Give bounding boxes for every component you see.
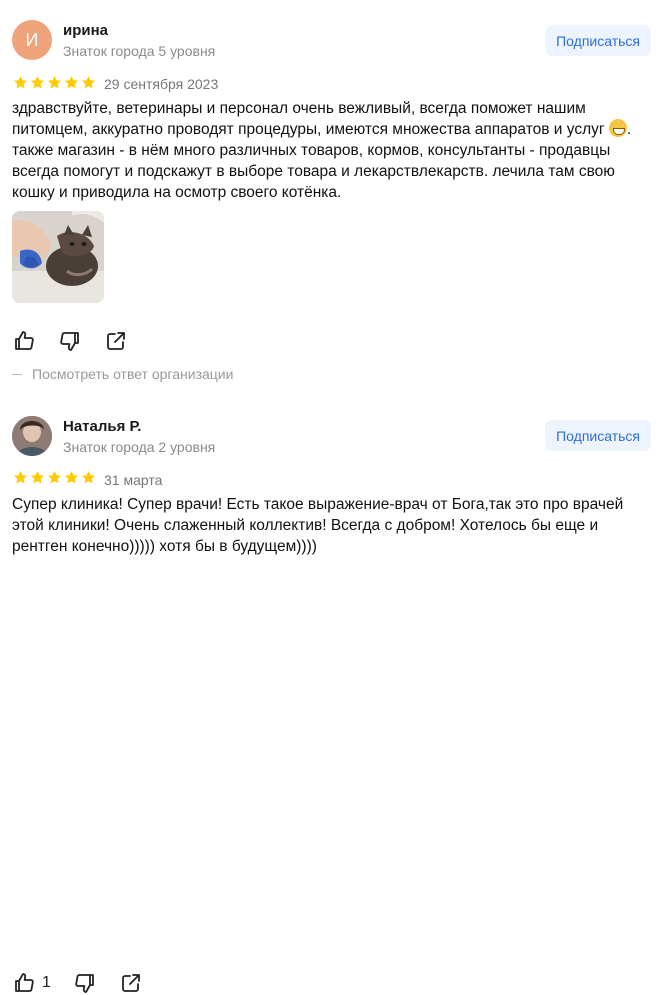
review-photo[interactable] (12, 211, 104, 303)
star-icon (47, 75, 62, 89)
thumbs-down-icon (60, 332, 79, 351)
review-date: 29 сентября 2023 (104, 76, 219, 92)
org-answer-link[interactable]: Посмотреть ответ организации (12, 366, 233, 382)
star-icon (81, 470, 96, 484)
thumbs-down-icon (75, 974, 94, 993)
review-text-part: здравствуйте, ветеринары и персонал очен… (12, 100, 609, 138)
reviewer-name[interactable]: ирина (63, 22, 108, 39)
review-text: здравствуйте, ветеринары и персонал очен… (12, 98, 652, 203)
dash-divider (12, 373, 22, 375)
cat-photo-image (12, 211, 104, 303)
star-icon (13, 470, 28, 484)
star-icon (64, 75, 79, 89)
rating-stars (13, 75, 96, 90)
star-icon (64, 470, 79, 484)
star-icon (81, 75, 96, 89)
reviewer-level: Знаток города 5 уровня (63, 43, 216, 59)
thumbs-up-icon (15, 973, 34, 992)
review-text: Супер клиника! Супер врачи! Есть такое в… (12, 496, 624, 555)
avatar-photo (12, 416, 52, 456)
avatar[interactable] (12, 416, 52, 456)
reviewer-name[interactable]: Наталья Р. (63, 418, 141, 435)
rating-stars (13, 470, 96, 485)
like-count: 1 (42, 974, 51, 991)
org-answer-label: Посмотреть ответ организации (32, 366, 234, 382)
avatar[interactable]: И (12, 20, 52, 60)
avatar-letter: И (25, 29, 39, 50)
thumbs-up-icon (15, 331, 34, 350)
dislike-button[interactable] (73, 971, 97, 995)
review-actions (12, 329, 150, 353)
reviewer-level: Знаток города 2 уровня (63, 439, 216, 455)
share-icon (122, 974, 140, 992)
review-actions: 1 (12, 971, 165, 995)
share-icon (107, 332, 125, 350)
like-button[interactable] (12, 329, 36, 353)
star-icon (47, 470, 62, 484)
star-icon (13, 75, 28, 89)
subscribe-button[interactable]: Подписаться (545, 420, 651, 451)
share-button[interactable] (119, 971, 143, 995)
dislike-button[interactable] (58, 329, 82, 353)
like-button[interactable]: 1 (12, 971, 51, 995)
star-icon (30, 470, 45, 484)
share-button[interactable] (104, 329, 128, 353)
star-icon (30, 75, 45, 89)
subscribe-button[interactable]: Подписаться (545, 25, 651, 56)
review-date: 31 марта (104, 472, 163, 488)
grinning-emoji-icon (608, 119, 627, 137)
